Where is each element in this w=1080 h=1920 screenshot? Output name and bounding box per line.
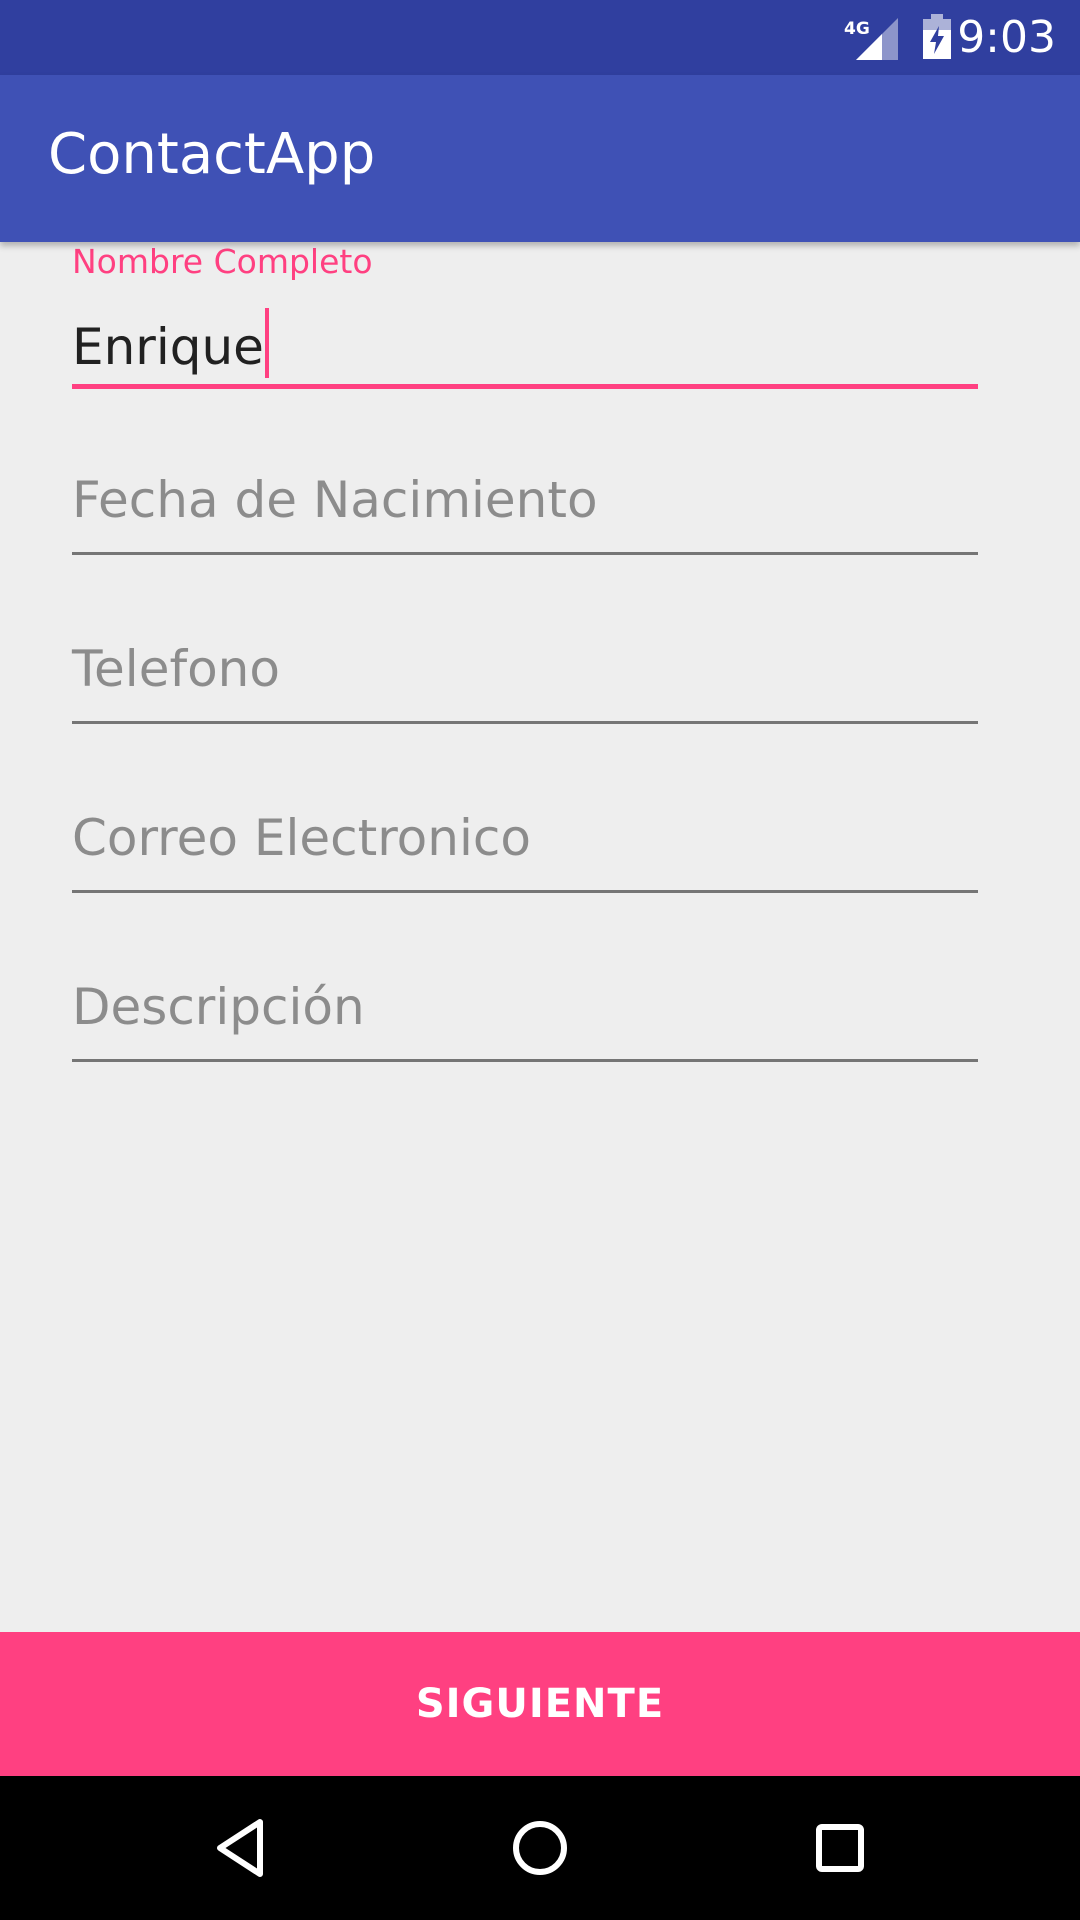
correo-electronico-underline xyxy=(72,890,978,893)
recents-icon[interactable] xyxy=(800,1808,880,1888)
app-title: ContactApp xyxy=(48,122,376,187)
fecha-nacimiento-underline xyxy=(72,552,978,555)
nombre-completo-input[interactable]: Enrique xyxy=(72,308,269,378)
descripcion-underline xyxy=(72,1059,978,1062)
status-time: 9:03 xyxy=(957,12,1056,63)
cellular-signal-icon: 4G xyxy=(844,18,898,60)
status-bar: 4G 9:03 xyxy=(0,0,1080,75)
network-type-label: 4G xyxy=(844,19,870,39)
battery-charging-icon xyxy=(923,14,951,59)
descripcion-field[interactable]: Descripción xyxy=(72,977,978,1087)
telefono-field[interactable]: Telefono xyxy=(72,639,978,749)
home-icon[interactable] xyxy=(500,1808,580,1888)
siguiente-button[interactable]: SIGUIENTE xyxy=(0,1632,1080,1776)
correo-electronico-field[interactable]: Correo Electronico xyxy=(72,808,978,918)
telefono-underline xyxy=(72,721,978,724)
navigation-bar xyxy=(0,1776,1080,1920)
telefono-placeholder: Telefono xyxy=(72,640,280,698)
descripcion-placeholder: Descripción xyxy=(72,978,365,1036)
fecha-nacimiento-placeholder: Fecha de Nacimiento xyxy=(72,471,598,529)
nombre-completo-underline xyxy=(72,384,978,389)
nombre-completo-label: Nombre Completo xyxy=(72,242,373,281)
fecha-nacimiento-field[interactable]: Fecha de Nacimiento xyxy=(72,470,978,580)
nombre-completo-field[interactable]: Nombre Completo Enrique xyxy=(72,242,978,389)
back-icon[interactable] xyxy=(200,1808,280,1888)
app-bar: ContactApp xyxy=(0,75,1080,242)
nombre-completo-value: Enrique xyxy=(72,318,264,376)
text-cursor xyxy=(264,308,269,378)
correo-electronico-placeholder: Correo Electronico xyxy=(72,809,531,867)
